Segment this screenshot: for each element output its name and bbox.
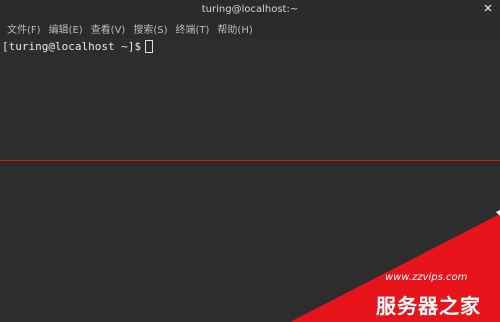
terminal-area[interactable]: [turing@localhost ~]$ xyxy=(0,38,500,322)
scrollbar[interactable] xyxy=(494,38,500,322)
menu-help[interactable]: 帮助(H) xyxy=(213,21,256,36)
prompt-line: [turing@localhost ~]$ xyxy=(2,40,154,53)
close-button[interactable] xyxy=(482,2,494,14)
menu-edit[interactable]: 编辑(E) xyxy=(45,21,87,36)
window-title: turing@localhost:~ xyxy=(201,3,299,15)
text-cursor xyxy=(145,40,154,53)
menu-file[interactable]: 文件(F) xyxy=(3,21,45,36)
menu-search[interactable]: 搜索(S) xyxy=(129,21,171,36)
title-bar[interactable]: turing@localhost:~ xyxy=(0,0,500,18)
shell-prompt: [turing@localhost ~]$ xyxy=(2,40,142,53)
menu-terminal[interactable]: 终端(T) xyxy=(172,21,214,36)
guide-line xyxy=(0,160,500,161)
terminal-window: turing@localhost:~ 文件(F) 编辑(E) 查看(V) 搜索(… xyxy=(0,0,500,322)
menu-bar: 文件(F) 编辑(E) 查看(V) 搜索(S) 终端(T) 帮助(H) xyxy=(0,18,500,38)
close-icon xyxy=(484,4,492,12)
menu-view[interactable]: 查看(V) xyxy=(87,21,130,36)
